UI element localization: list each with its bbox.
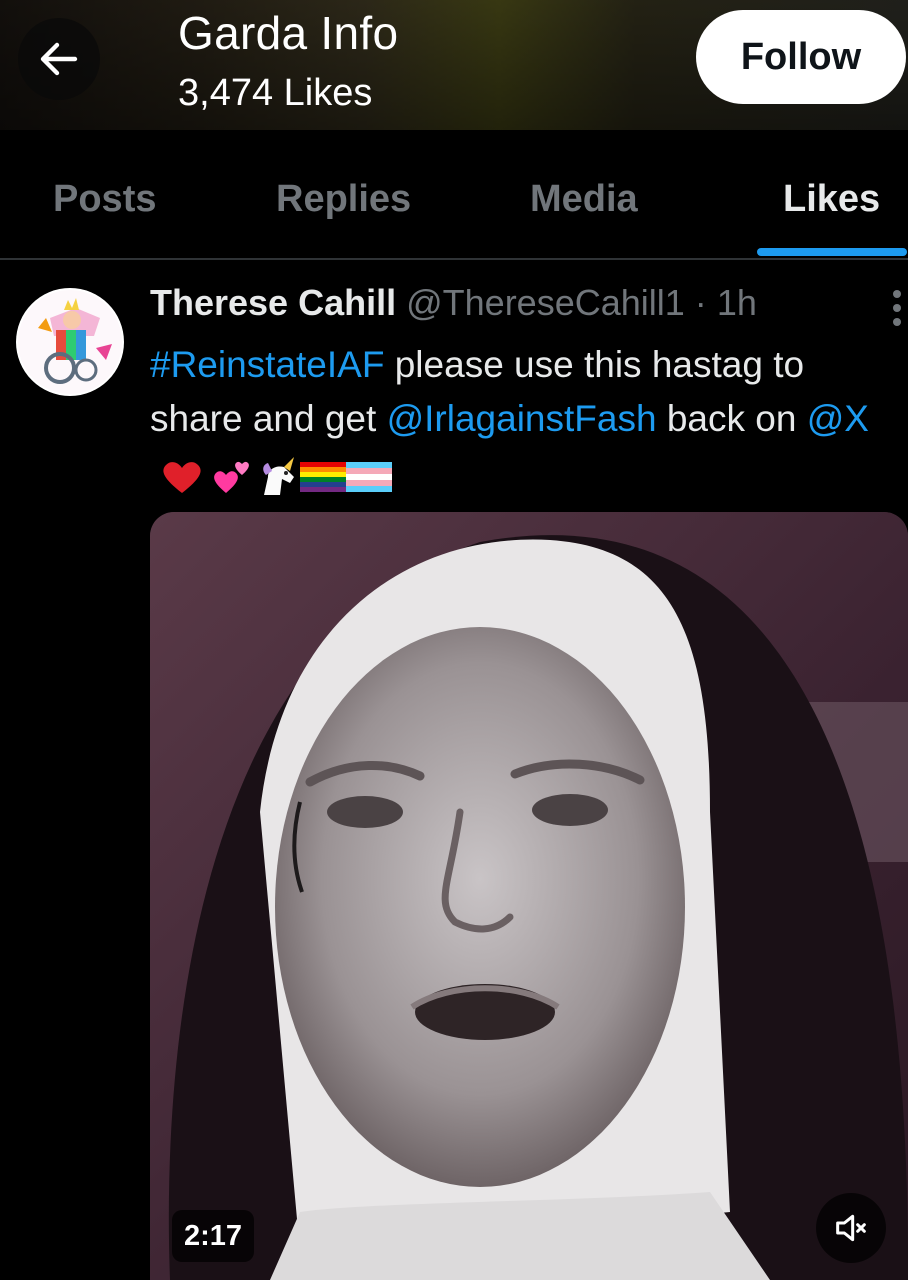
tab-media[interactable]: Media [530,178,638,221]
avatar-illustration [18,290,122,394]
post-text: #ReinstateIAF please use this hastag to … [150,338,890,502]
rainbow-flag-icon [300,462,346,493]
post-meta: Therese Cahill @ThereseCahill1 · 1h [150,282,757,324]
red-heart-icon [163,462,201,494]
unicorn-icon [263,457,294,496]
author-name[interactable]: Therese Cahill [150,282,396,323]
post-video[interactable] [150,512,908,1280]
profile-tabs: Posts Replies Media Likes [0,130,908,260]
hashtag-link[interactable]: #ReinstateIAF [150,344,384,385]
arrow-left-icon [40,42,78,76]
meta-separator: · [694,282,707,323]
transgender-flag-icon [346,462,392,493]
post-time[interactable]: 1h [717,282,757,323]
speaker-muted-icon [836,1214,866,1242]
tab-likes[interactable]: Likes [783,178,880,221]
follow-button[interactable]: Follow [696,10,906,104]
video-frame [150,512,908,1280]
avatar[interactable] [16,288,124,396]
mention-x[interactable]: @X [807,398,869,439]
emoji-row [158,448,392,502]
active-tab-indicator [757,248,907,256]
author-handle[interactable]: @ThereseCahill1 [406,282,685,323]
back-button[interactable] [18,18,100,100]
tab-posts[interactable]: Posts [53,178,156,221]
mention-irlagainstfash[interactable]: @IrlagainstFash [387,398,657,439]
likes-count: 3,474 Likes [178,72,373,114]
video-duration: 2:17 [172,1210,254,1262]
post-text-part-2: back on [666,398,797,439]
profile-header: Garda Info 3,474 Likes Follow [0,0,908,130]
more-options-icon[interactable] [886,290,908,334]
two-hearts-icon [214,462,249,494]
profile-name: Garda Info [178,7,399,59]
tab-replies[interactable]: Replies [276,178,411,221]
mute-toggle[interactable] [816,1193,886,1263]
